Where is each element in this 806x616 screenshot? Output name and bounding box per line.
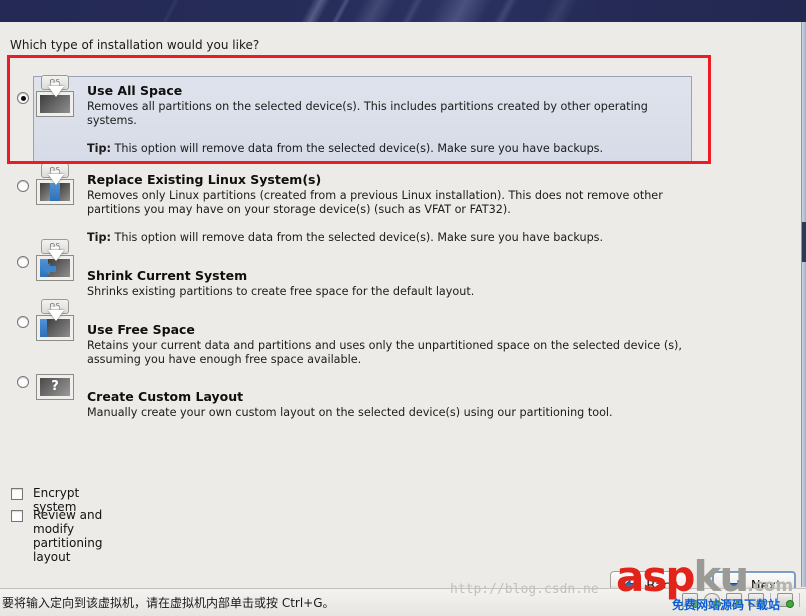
option-description: Shrinks existing partitions to create fr… [87,285,475,298]
option-tip: Tip: This option will remove data from t… [87,231,603,244]
usb-icon[interactable] [726,593,743,608]
scrollbar-thumb[interactable] [802,222,806,262]
cd-drive-icon[interactable] [704,593,721,608]
radio-create-custom-layout[interactable] [17,376,29,388]
status-bar-text: 要将输入定向到该虚拟机，请在虚拟机内部单击或按 Ctrl+G。 [2,596,335,610]
option-description: Removes all partitions on the selected d… [87,100,648,127]
hard-disk-icon[interactable] [682,593,699,608]
banner-streak [515,0,589,22]
option-tip-text: This option will remove data from the se… [114,142,604,155]
vm-status-bar: 要将输入定向到该虚拟机，请在虚拟机内部单击或按 Ctrl+G。 [0,588,806,616]
tray-separator [770,593,771,607]
tray-separator [799,593,800,607]
page-title: Which type of installation would you lik… [10,38,260,52]
option-title: Create Custom Layout [87,389,244,404]
installer-content: Which type of installation would you lik… [0,22,806,610]
option-title: Replace Existing Linux System(s) [87,172,322,187]
installer-banner [0,0,806,22]
os-disk-replace-icon: OS [34,163,76,207]
option-tip-text: This option will remove data from the se… [114,231,604,244]
os-disk-free-space-icon: OS [34,299,76,343]
checkbox-encrypt-system[interactable] [11,488,23,500]
option-description: Manually create your own custom layout o… [87,406,613,419]
checkbox-review-modify-partitioning[interactable] [11,510,23,522]
option-tip-label: Tip: [87,142,111,155]
os-disk-shrink-icon: OS [34,239,76,283]
os-disk-custom-icon: ? [34,366,76,410]
question-mark-glyph: ? [40,378,70,396]
radio-replace-existing-linux[interactable] [17,180,29,192]
shared-folder-icon[interactable] [777,593,794,608]
option-tip: Tip: This option will remove data from t… [87,142,603,155]
option-tip-label: Tip: [87,231,111,244]
option-description: Retains your current data and partitions… [87,339,682,366]
option-title: Use All Space [87,83,183,98]
radio-use-free-space[interactable] [17,316,29,328]
option-description: Removes only Linux partitions (created f… [87,189,663,216]
radio-use-all-space[interactable] [17,92,29,104]
banner-streak [134,0,192,22]
radio-shrink-current-system[interactable] [17,256,29,268]
banner-streak [275,0,341,22]
vertical-scrollbar[interactable] [801,22,806,587]
option-title: Shrink Current System [87,268,248,283]
vm-device-tray [682,593,800,608]
option-title: Use Free Space [87,322,195,337]
os-disk-erase-icon: OS [34,75,76,119]
network-icon[interactable] [748,593,765,608]
